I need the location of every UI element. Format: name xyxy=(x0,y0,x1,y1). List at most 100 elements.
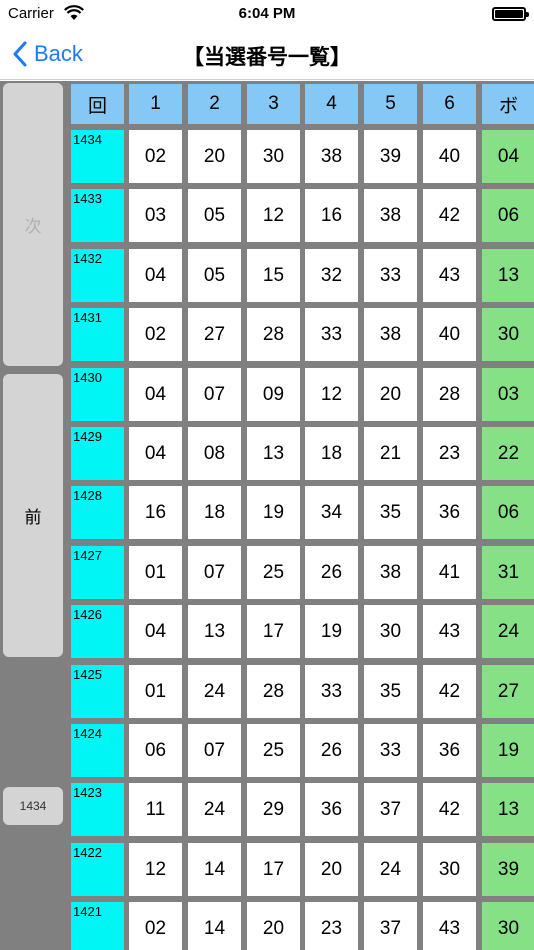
number-cell-4: 36 xyxy=(305,783,358,836)
bonus-cell: 04 xyxy=(482,130,534,183)
bonus-cell: 13 xyxy=(482,783,534,836)
number-cell-3: 13 xyxy=(247,427,300,480)
header-round: 回 xyxy=(71,84,124,124)
bonus-cell: 13 xyxy=(482,249,534,302)
number-cell-6: 40 xyxy=(423,130,476,183)
header-num-4: 4 xyxy=(305,84,358,124)
table-row: 1428 16 18 19 34 35 36 06 xyxy=(68,486,534,545)
round-cell: 1426 xyxy=(71,605,124,658)
number-cell-4: 38 xyxy=(305,130,358,183)
number-cell-3: 25 xyxy=(247,724,300,777)
table-row: 1426 04 13 17 19 30 43 24 xyxy=(68,605,534,664)
table-row: 1434 02 20 30 38 39 40 04 xyxy=(68,130,534,189)
number-cell-1: 02 xyxy=(129,902,182,950)
number-cell-4: 18 xyxy=(305,427,358,480)
number-cell-1: 06 xyxy=(129,724,182,777)
status-time: 6:04 PM xyxy=(238,5,296,22)
number-cell-1: 04 xyxy=(129,427,182,480)
header-num-1: 1 xyxy=(129,84,182,124)
table-row: 1422 12 14 17 20 24 30 39 xyxy=(68,843,534,902)
round-cell: 1423 xyxy=(71,783,124,836)
number-cell-4: 33 xyxy=(305,665,358,718)
number-cell-1: 11 xyxy=(129,783,182,836)
bonus-cell: 03 xyxy=(482,368,534,421)
number-cell-2: 20 xyxy=(188,130,241,183)
number-cell-6: 30 xyxy=(423,843,476,896)
number-cell-6: 43 xyxy=(423,902,476,950)
number-cell-2: 05 xyxy=(188,189,241,242)
number-cell-4: 23 xyxy=(305,902,358,950)
number-cell-6: 28 xyxy=(423,368,476,421)
number-cell-4: 12 xyxy=(305,368,358,421)
header-bonus: ボ xyxy=(482,84,534,124)
number-cell-6: 41 xyxy=(423,546,476,599)
number-cell-3: 28 xyxy=(247,308,300,361)
number-cell-5: 35 xyxy=(364,486,417,539)
round-cell: 1421 xyxy=(71,902,124,950)
table-row: 1429 04 08 13 18 21 23 22 xyxy=(68,427,534,486)
number-cell-2: 27 xyxy=(188,308,241,361)
number-cell-1: 02 xyxy=(129,308,182,361)
bonus-cell: 06 xyxy=(482,486,534,539)
page-title: 【当選番号一覧】 xyxy=(183,46,351,69)
header-num-3: 3 xyxy=(247,84,300,124)
number-cell-5: 38 xyxy=(364,546,417,599)
number-cell-1: 01 xyxy=(129,665,182,718)
number-cell-4: 26 xyxy=(305,724,358,777)
bonus-cell: 27 xyxy=(482,665,534,718)
header-num-2: 2 xyxy=(188,84,241,124)
number-cell-3: 17 xyxy=(247,843,300,896)
number-cell-4: 33 xyxy=(305,308,358,361)
number-cell-1: 02 xyxy=(129,130,182,183)
number-cell-5: 37 xyxy=(364,902,417,950)
bonus-cell: 22 xyxy=(482,427,534,480)
number-cell-5: 37 xyxy=(364,783,417,836)
round-cell: 1430 xyxy=(71,368,124,421)
round-cell: 1431 xyxy=(71,308,124,361)
number-cell-1: 04 xyxy=(129,605,182,658)
bonus-cell: 30 xyxy=(482,902,534,950)
number-cell-6: 40 xyxy=(423,308,476,361)
table-row: 1431 02 27 28 33 38 40 30 xyxy=(68,308,534,367)
bonus-cell: 24 xyxy=(482,605,534,658)
number-cell-4: 16 xyxy=(305,189,358,242)
bonus-cell: 39 xyxy=(482,843,534,896)
table-row: 1433 03 05 12 16 38 42 06 xyxy=(68,189,534,248)
number-cell-6: 42 xyxy=(423,665,476,718)
bonus-cell: 31 xyxy=(482,546,534,599)
number-cell-4: 32 xyxy=(305,249,358,302)
number-cell-5: 21 xyxy=(364,427,417,480)
number-cell-1: 12 xyxy=(129,843,182,896)
number-cell-5: 20 xyxy=(364,368,417,421)
nav-bar: Back 【当選番号一覧】 xyxy=(0,28,534,80)
results-content: 次 前 1434 回 1 2 3 4 5 6 ボ 1434 02 20 30 38 39 4… xyxy=(0,81,534,950)
number-cell-3: 17 xyxy=(247,605,300,658)
number-cell-3: 12 xyxy=(247,189,300,242)
current-round-button[interactable]: 1434 xyxy=(3,787,63,825)
next-button[interactable]: 次 xyxy=(3,83,63,366)
table-row: 1432 04 05 15 32 33 43 13 xyxy=(68,249,534,308)
prev-button[interactable]: 前 xyxy=(3,374,63,657)
number-cell-5: 38 xyxy=(364,189,417,242)
header-num-5: 5 xyxy=(364,84,417,124)
table-row: 1425 01 24 28 33 35 42 27 xyxy=(68,665,534,724)
number-cell-5: 38 xyxy=(364,308,417,361)
number-cell-5: 24 xyxy=(364,843,417,896)
round-cell: 1422 xyxy=(71,843,124,896)
number-cell-5: 30 xyxy=(364,605,417,658)
table-row: 1430 04 07 09 12 20 28 03 xyxy=(68,368,534,427)
header-num-6: 6 xyxy=(423,84,476,124)
number-cell-3: 09 xyxy=(247,368,300,421)
number-cell-3: 25 xyxy=(247,546,300,599)
round-cell: 1432 xyxy=(71,249,124,302)
number-cell-5: 35 xyxy=(364,665,417,718)
number-cell-1: 01 xyxy=(129,546,182,599)
table-row: 1427 01 07 25 26 38 41 31 xyxy=(68,546,534,605)
number-cell-2: 05 xyxy=(188,249,241,302)
bonus-cell: 06 xyxy=(482,189,534,242)
number-cell-6: 43 xyxy=(423,249,476,302)
number-cell-3: 30 xyxy=(247,130,300,183)
number-cell-4: 19 xyxy=(305,605,358,658)
number-cell-4: 20 xyxy=(305,843,358,896)
number-cell-1: 16 xyxy=(129,486,182,539)
